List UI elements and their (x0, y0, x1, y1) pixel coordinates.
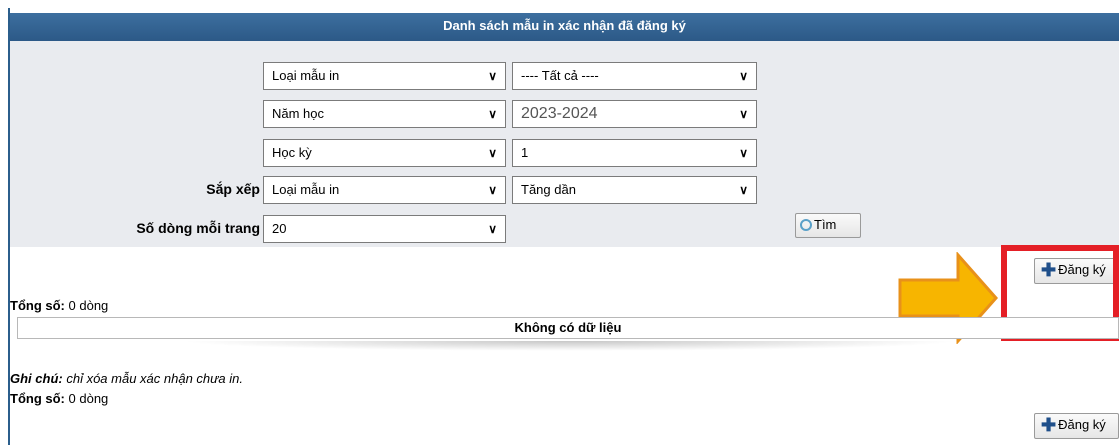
chevron-down-icon: ∨ (739, 146, 748, 160)
plus-icon: ✚ (1041, 415, 1057, 435)
sort-order-select[interactable]: Tăng dần ∨ (512, 176, 757, 204)
school-year-select[interactable]: 2023-2024 ∨ (512, 100, 757, 128)
chevron-down-icon: ∨ (739, 69, 748, 83)
semester-select[interactable]: 1 ∨ (512, 139, 757, 167)
register-button-bottom[interactable]: ✚ Đăng ký (1034, 413, 1119, 439)
rows-per-page-select[interactable]: 20 ∨ (263, 215, 506, 243)
chevron-down-icon: ∨ (739, 107, 748, 121)
chevron-down-icon: ∨ (488, 69, 497, 83)
panel-header: Danh sách mẫu in xác nhận đã đăng ký (10, 13, 1119, 42)
search-icon (800, 219, 812, 231)
sort-field-select[interactable]: Loại mẫu in ∨ (263, 176, 506, 204)
chevron-down-icon: ∨ (488, 146, 497, 160)
chevron-down-icon: ∨ (488, 183, 497, 197)
semester-type-select[interactable]: Học kỳ ∨ (263, 139, 506, 167)
total-count-top: Tổng số: 0 dòng (10, 298, 109, 313)
school-year-type-select[interactable]: Năm học ∨ (263, 100, 506, 128)
table-shadow (180, 341, 960, 351)
empty-table: Không có dữ liệu (17, 317, 1119, 339)
template-value-select[interactable]: ---- Tất cả ---- ∨ (512, 62, 757, 90)
search-button[interactable]: Tìm (795, 213, 861, 238)
rows-per-page-label: Số dòng mỗi trang (136, 220, 260, 236)
page-title: Danh sách mẫu in xác nhận đã đăng ký (443, 18, 686, 33)
note: Ghi chú: chỉ xóa mẫu xác nhận chưa in. (10, 371, 243, 386)
template-type-select[interactable]: Loại mẫu in ∨ (263, 62, 506, 90)
chevron-down-icon: ∨ (739, 183, 748, 197)
sort-label: Sắp xếp (206, 181, 260, 197)
chevron-down-icon: ∨ (488, 222, 497, 236)
total-count-bottom: Tổng số: 0 dòng (10, 391, 109, 406)
chevron-down-icon: ∨ (488, 107, 497, 121)
